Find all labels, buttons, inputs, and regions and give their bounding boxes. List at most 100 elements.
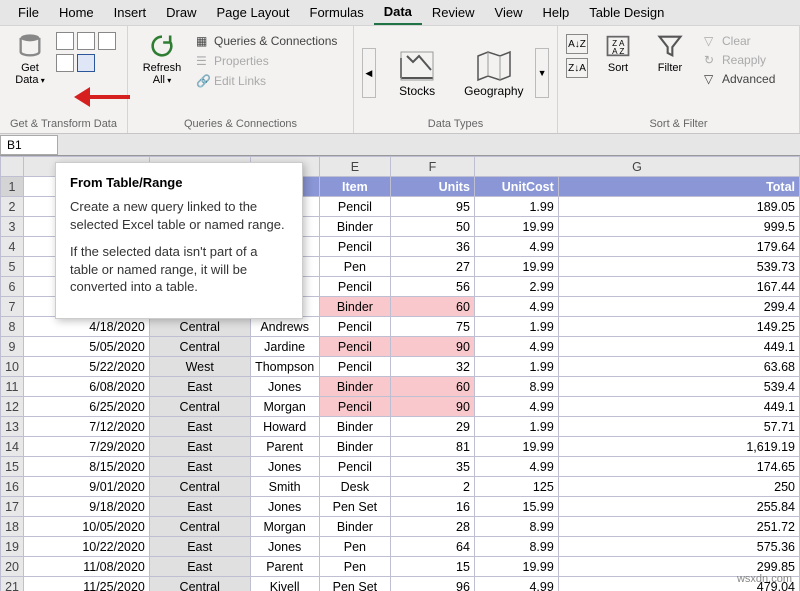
- col-g[interactable]: G: [474, 157, 799, 177]
- row-header[interactable]: 21: [1, 577, 24, 591]
- refresh-icon: [148, 32, 176, 60]
- group-label-dt: Data Types: [362, 116, 549, 133]
- database-icon: [16, 32, 44, 60]
- table-row[interactable]: 126/25/2020CentralMorganPencil904.99449.…: [1, 397, 800, 417]
- queries-connections-button[interactable]: ▦ Queries & Connections: [192, 32, 341, 50]
- tooltip-from-table-range: From Table/Range Create a new query link…: [55, 162, 303, 319]
- row-header[interactable]: 7: [1, 297, 24, 317]
- row-header[interactable]: 14: [1, 437, 24, 457]
- table-row[interactable]: 158/15/2020EastJonesPencil354.99174.65: [1, 457, 800, 477]
- select-all-corner[interactable]: [1, 157, 24, 177]
- group-label-qc: Queries & Connections: [136, 116, 345, 133]
- name-box[interactable]: B1: [0, 135, 58, 155]
- from-web-icon[interactable]: [77, 32, 95, 50]
- clear-icon: ▽: [704, 34, 718, 48]
- sort-desc-button[interactable]: Z↓A: [566, 58, 588, 78]
- row-header[interactable]: 4: [1, 237, 24, 257]
- menubar: FileHomeInsertDrawPage LayoutFormulasDat…: [0, 0, 800, 26]
- table-row[interactable]: 1810/05/2020CentralMorganBinder288.99251…: [1, 517, 800, 537]
- sort-asc-button[interactable]: A↓Z: [566, 34, 588, 54]
- row-header[interactable]: 3: [1, 217, 24, 237]
- get-data-button[interactable]: Get Data: [8, 30, 52, 89]
- from-text-icon[interactable]: [56, 32, 74, 50]
- datatype-prev[interactable]: ◀: [362, 48, 376, 98]
- row-header[interactable]: 8: [1, 317, 24, 337]
- menu-formulas[interactable]: Formulas: [300, 1, 374, 24]
- row-header[interactable]: 15: [1, 457, 24, 477]
- properties-button[interactable]: ☰ Properties: [192, 52, 341, 70]
- sort-button[interactable]: Z AA Z Sort: [596, 30, 640, 76]
- get-data-label: Get Data: [10, 62, 50, 87]
- datatype-next[interactable]: ▼: [535, 48, 549, 98]
- menu-view[interactable]: View: [485, 1, 533, 24]
- stocks-button[interactable]: Stocks: [382, 48, 453, 98]
- row-header[interactable]: 6: [1, 277, 24, 297]
- row-header[interactable]: 9: [1, 337, 24, 357]
- menu-review[interactable]: Review: [422, 1, 485, 24]
- existing-conn-icon[interactable]: [56, 54, 74, 72]
- formula-bar-row: B1: [0, 134, 800, 156]
- group-label-get: Get & Transform Data: [8, 116, 119, 133]
- group-data-types: ◀ Stocks Geography ▼ Data Types: [354, 26, 558, 133]
- table-row[interactable]: 169/01/2020CentralSmithDesk2125250: [1, 477, 800, 497]
- connections-icon: ▦: [196, 34, 210, 48]
- tooltip-text-1: Create a new query linked to the selecte…: [70, 198, 288, 233]
- table-row[interactable]: 105/22/2020WestThompsonPencil321.9963.68: [1, 357, 800, 377]
- row-header[interactable]: 11: [1, 377, 24, 397]
- group-queries: Refresh All ▦ Queries & Connections ☰ Pr…: [128, 26, 354, 133]
- tooltip-text-2: If the selected data isn't part of a tab…: [70, 243, 288, 296]
- row-header[interactable]: 19: [1, 537, 24, 557]
- sort-icon: Z AA Z: [604, 32, 632, 60]
- col-f[interactable]: F: [391, 157, 475, 177]
- row-header[interactable]: 1: [1, 177, 24, 197]
- menu-insert[interactable]: Insert: [104, 1, 157, 24]
- advanced-icon: ▽: [704, 72, 718, 86]
- table-row[interactable]: 84/18/2020CentralAndrewsPencil751.99149.…: [1, 317, 800, 337]
- properties-icon: ☰: [196, 54, 210, 68]
- row-header[interactable]: 16: [1, 477, 24, 497]
- watermark: wsxdn.com: [737, 573, 792, 585]
- tooltip-title: From Table/Range: [70, 175, 288, 190]
- edit-links-icon: 🔗: [196, 74, 210, 88]
- row-header[interactable]: 12: [1, 397, 24, 417]
- row-header[interactable]: 18: [1, 517, 24, 537]
- table-row[interactable]: 2111/25/2020CentralKivellPen Set964.9947…: [1, 577, 800, 591]
- table-row[interactable]: 2011/08/2020EastParentPen1519.99299.85: [1, 557, 800, 577]
- stocks-icon: [397, 48, 437, 84]
- row-header[interactable]: 20: [1, 557, 24, 577]
- reapply-button[interactable]: ↻ Reapply: [700, 51, 779, 69]
- menu-draw[interactable]: Draw: [156, 1, 206, 24]
- filter-icon: [656, 32, 684, 60]
- row-header[interactable]: 17: [1, 497, 24, 517]
- table-row[interactable]: 95/05/2020CentralJardinePencil904.99449.…: [1, 337, 800, 357]
- from-table-icon[interactable]: [77, 54, 95, 72]
- table-row[interactable]: 179/18/2020EastJonesPen Set1615.99255.84: [1, 497, 800, 517]
- group-sort-filter: A↓Z Z↓A Z AA Z Sort Filter ▽ Clear: [558, 26, 800, 133]
- menu-data[interactable]: Data: [374, 0, 422, 25]
- group-label-sf: Sort & Filter: [566, 116, 791, 133]
- menu-file[interactable]: File: [8, 1, 49, 24]
- menu-help[interactable]: Help: [532, 1, 579, 24]
- row-header[interactable]: 13: [1, 417, 24, 437]
- filter-button[interactable]: Filter: [648, 30, 692, 76]
- menu-page-layout[interactable]: Page Layout: [207, 1, 300, 24]
- table-row[interactable]: 147/29/2020EastParentBinder8119.991,619.…: [1, 437, 800, 457]
- edit-links-button[interactable]: 🔗 Edit Links: [192, 72, 341, 90]
- clear-filter-button[interactable]: ▽ Clear: [700, 32, 779, 50]
- col-e[interactable]: E: [319, 157, 390, 177]
- reapply-icon: ↻: [704, 53, 718, 67]
- table-row[interactable]: 137/12/2020EastHowardBinder291.9957.71: [1, 417, 800, 437]
- table-row[interactable]: 116/08/2020EastJonesBinder608.99539.4: [1, 377, 800, 397]
- table-row[interactable]: 1910/22/2020EastJonesPen648.99575.36: [1, 537, 800, 557]
- row-header[interactable]: 10: [1, 357, 24, 377]
- recent-sources-icon[interactable]: [98, 32, 116, 50]
- menu-home[interactable]: Home: [49, 1, 104, 24]
- advanced-filter-button[interactable]: ▽ Advanced: [700, 70, 779, 88]
- row-header[interactable]: 5: [1, 257, 24, 277]
- row-header[interactable]: 2: [1, 197, 24, 217]
- menu-table-design[interactable]: Table Design: [579, 1, 674, 24]
- group-get-transform: Get Data Get & Transform Data: [0, 26, 128, 133]
- geography-icon: [474, 48, 514, 84]
- geography-button[interactable]: Geography: [459, 48, 530, 98]
- refresh-all-button[interactable]: Refresh All: [136, 30, 188, 89]
